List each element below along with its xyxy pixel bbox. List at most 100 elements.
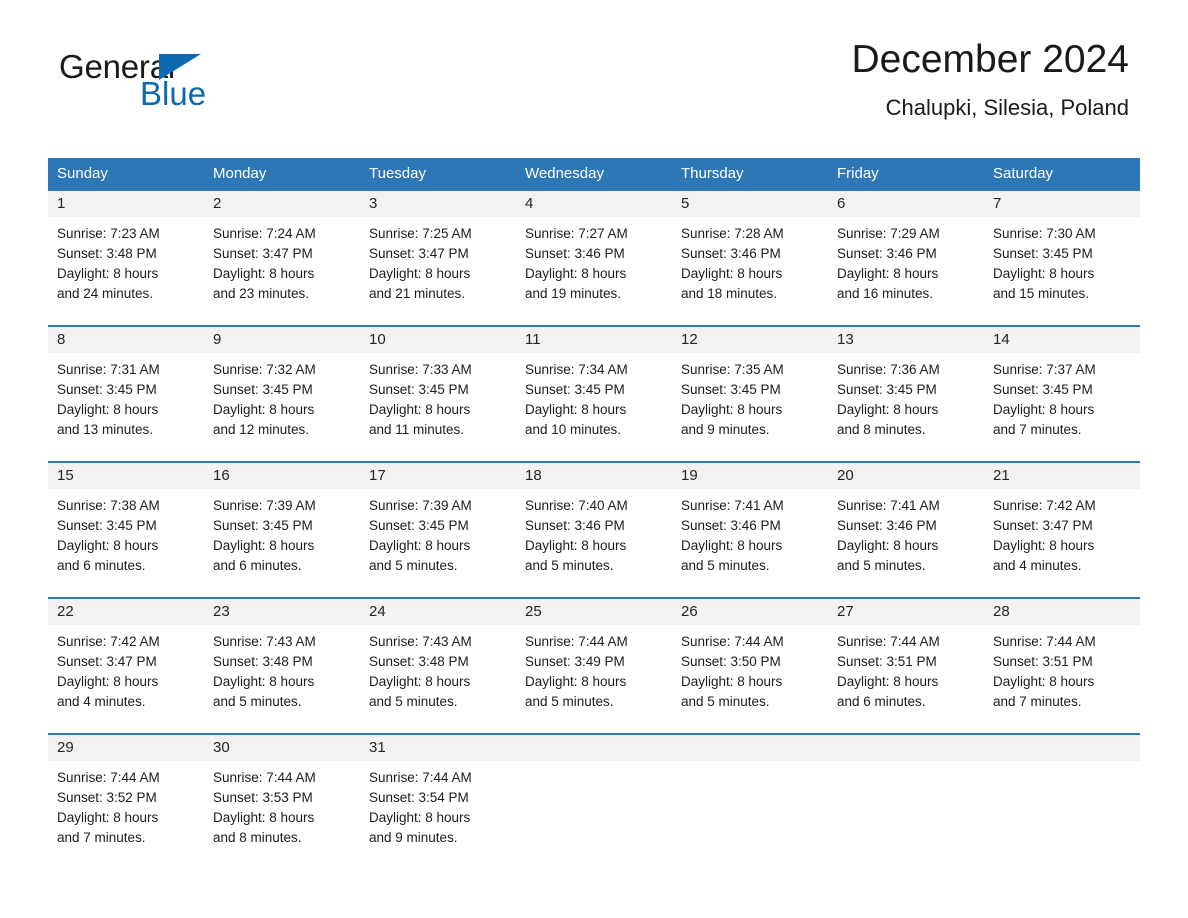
daylight-text-line1: Daylight: 8 hours [525,674,627,689]
generalblue-logo[interactable]: General Blue [59,50,289,120]
day-number-row: 22 23 24 25 26 27 28 [48,599,1140,625]
day-number-row: 8 9 10 11 12 13 14 [48,327,1140,353]
day-cell: Sunrise: 7:38 AM Sunset: 3:45 PM Dayligh… [48,489,204,597]
day-number[interactable]: 25 [516,599,672,625]
daylight-text-line1: Daylight: 8 hours [681,266,783,281]
daylight-text-line1: Daylight: 8 hours [369,402,471,417]
day-number[interactable]: 13 [828,327,984,353]
day-number[interactable]: 17 [360,463,516,489]
day-number[interactable]: 8 [48,327,204,353]
day-detail-row: Sunrise: 7:31 AM Sunset: 3:45 PM Dayligh… [48,353,1140,461]
daylight-text-line2: and 11 minutes. [369,422,465,437]
day-number[interactable]: 27 [828,599,984,625]
daylight-text-line2: and 9 minutes. [681,422,770,437]
day-number[interactable]: 1 [48,191,204,217]
day-number[interactable]: 5 [672,191,828,217]
daylight-text-line2: and 6 minutes. [837,694,926,709]
day-cell: Sunrise: 7:44 AM Sunset: 3:50 PM Dayligh… [672,625,828,733]
daylight-text-line1: Daylight: 8 hours [213,402,315,417]
sunset-text: Sunset: 3:45 PM [525,382,625,397]
daylight-text-line2: and 5 minutes. [681,694,770,709]
weekday-header-row: Sunday Monday Tuesday Wednesday Thursday… [48,158,1140,189]
daylight-text-line2: and 15 minutes. [993,286,1090,301]
day-detail-row: Sunrise: 7:38 AM Sunset: 3:45 PM Dayligh… [48,489,1140,597]
daylight-text-line2: and 5 minutes. [525,558,614,573]
week-row: 15 16 17 18 19 20 21 Sunrise: 7:38 AM Su… [48,461,1140,597]
day-number[interactable]: 14 [984,327,1140,353]
day-number[interactable]: 3 [360,191,516,217]
day-number[interactable]: 4 [516,191,672,217]
sunset-text: Sunset: 3:45 PM [57,382,157,397]
daylight-text-line1: Daylight: 8 hours [57,538,159,553]
day-number-row: 15 16 17 18 19 20 21 [48,463,1140,489]
daylight-text-line2: and 6 minutes. [57,558,146,573]
day-detail-row: Sunrise: 7:42 AM Sunset: 3:47 PM Dayligh… [48,625,1140,733]
sunset-text: Sunset: 3:48 PM [213,654,313,669]
day-number[interactable]: 12 [672,327,828,353]
day-number[interactable]: 19 [672,463,828,489]
sunset-text: Sunset: 3:46 PM [525,246,625,261]
sunset-text: Sunset: 3:47 PM [213,246,313,261]
day-number[interactable]: 20 [828,463,984,489]
day-number[interactable]: 6 [828,191,984,217]
day-number[interactable]: 24 [360,599,516,625]
weekday-header-friday: Friday [837,165,879,182]
day-cell: Sunrise: 7:43 AM Sunset: 3:48 PM Dayligh… [360,625,516,733]
sunrise-text: Sunrise: 7:37 AM [993,362,1096,377]
sunrise-text: Sunrise: 7:44 AM [213,770,316,785]
title-block: December 2024 Chalupki, Silesia, Poland [852,38,1130,121]
day-number[interactable]: 21 [984,463,1140,489]
daylight-text-line1: Daylight: 8 hours [213,538,315,553]
page-title: December 2024 [851,38,1130,81]
day-number[interactable]: 11 [516,327,672,353]
day-number[interactable]: 2 [204,191,360,217]
day-number-row: 29 30 31 [48,735,1140,761]
daylight-text-line1: Daylight: 8 hours [993,402,1095,417]
day-number[interactable]: 15 [48,463,204,489]
sunset-text: Sunset: 3:47 PM [993,518,1093,533]
day-cell: Sunrise: 7:44 AM Sunset: 3:51 PM Dayligh… [984,625,1140,733]
sunrise-text: Sunrise: 7:25 AM [369,226,472,241]
daylight-text-line1: Daylight: 8 hours [837,266,939,281]
day-number[interactable]: 31 [360,735,516,761]
day-number[interactable]: 7 [984,191,1140,217]
sunset-text: Sunset: 3:45 PM [369,518,469,533]
daylight-text-line1: Daylight: 8 hours [837,402,939,417]
day-cell: Sunrise: 7:43 AM Sunset: 3:48 PM Dayligh… [204,625,360,733]
day-cell: Sunrise: 7:39 AM Sunset: 3:45 PM Dayligh… [360,489,516,597]
weekday-header-saturday: Saturday [993,165,1054,182]
day-number[interactable]: 28 [984,599,1140,625]
daylight-text-line1: Daylight: 8 hours [681,538,783,553]
day-number[interactable]: 22 [48,599,204,625]
daylight-text-line1: Daylight: 8 hours [369,810,471,825]
day-number[interactable]: 26 [672,599,828,625]
day-number[interactable]: 23 [204,599,360,625]
sunrise-text: Sunrise: 7:27 AM [525,226,628,241]
sunset-text: Sunset: 3:48 PM [369,654,469,669]
week-row: 29 30 31 Sunrise: 7:44 AM Sunset: 3:52 P… [48,733,1140,869]
daylight-text-line1: Daylight: 8 hours [369,266,471,281]
daylight-text-line2: and 9 minutes. [369,830,458,845]
day-cell: Sunrise: 7:31 AM Sunset: 3:45 PM Dayligh… [48,353,204,461]
day-number-empty [516,735,672,761]
day-number[interactable]: 9 [204,327,360,353]
day-number[interactable]: 10 [360,327,516,353]
sunrise-text: Sunrise: 7:30 AM [993,226,1096,241]
daylight-text-line2: and 5 minutes. [369,558,458,573]
day-number[interactable]: 16 [204,463,360,489]
daylight-text-line1: Daylight: 8 hours [57,810,159,825]
day-cell: Sunrise: 7:44 AM Sunset: 3:51 PM Dayligh… [828,625,984,733]
daylight-text-line1: Daylight: 8 hours [525,538,627,553]
day-cell: Sunrise: 7:25 AM Sunset: 3:47 PM Dayligh… [360,217,516,325]
week-row: 1 2 3 4 5 6 7 Sunrise: 7:23 AM Sunset: 3… [48,189,1140,325]
sunrise-text: Sunrise: 7:44 AM [837,634,940,649]
sunrise-text: Sunrise: 7:31 AM [57,362,160,377]
daylight-text-line1: Daylight: 8 hours [369,538,471,553]
day-number[interactable]: 18 [516,463,672,489]
day-cell: Sunrise: 7:37 AM Sunset: 3:45 PM Dayligh… [984,353,1140,461]
day-number[interactable]: 30 [204,735,360,761]
day-number[interactable]: 29 [48,735,204,761]
daylight-text-line2: and 8 minutes. [213,830,302,845]
weekday-header-sunday: Sunday [57,165,108,182]
daylight-text-line2: and 12 minutes. [213,422,310,437]
